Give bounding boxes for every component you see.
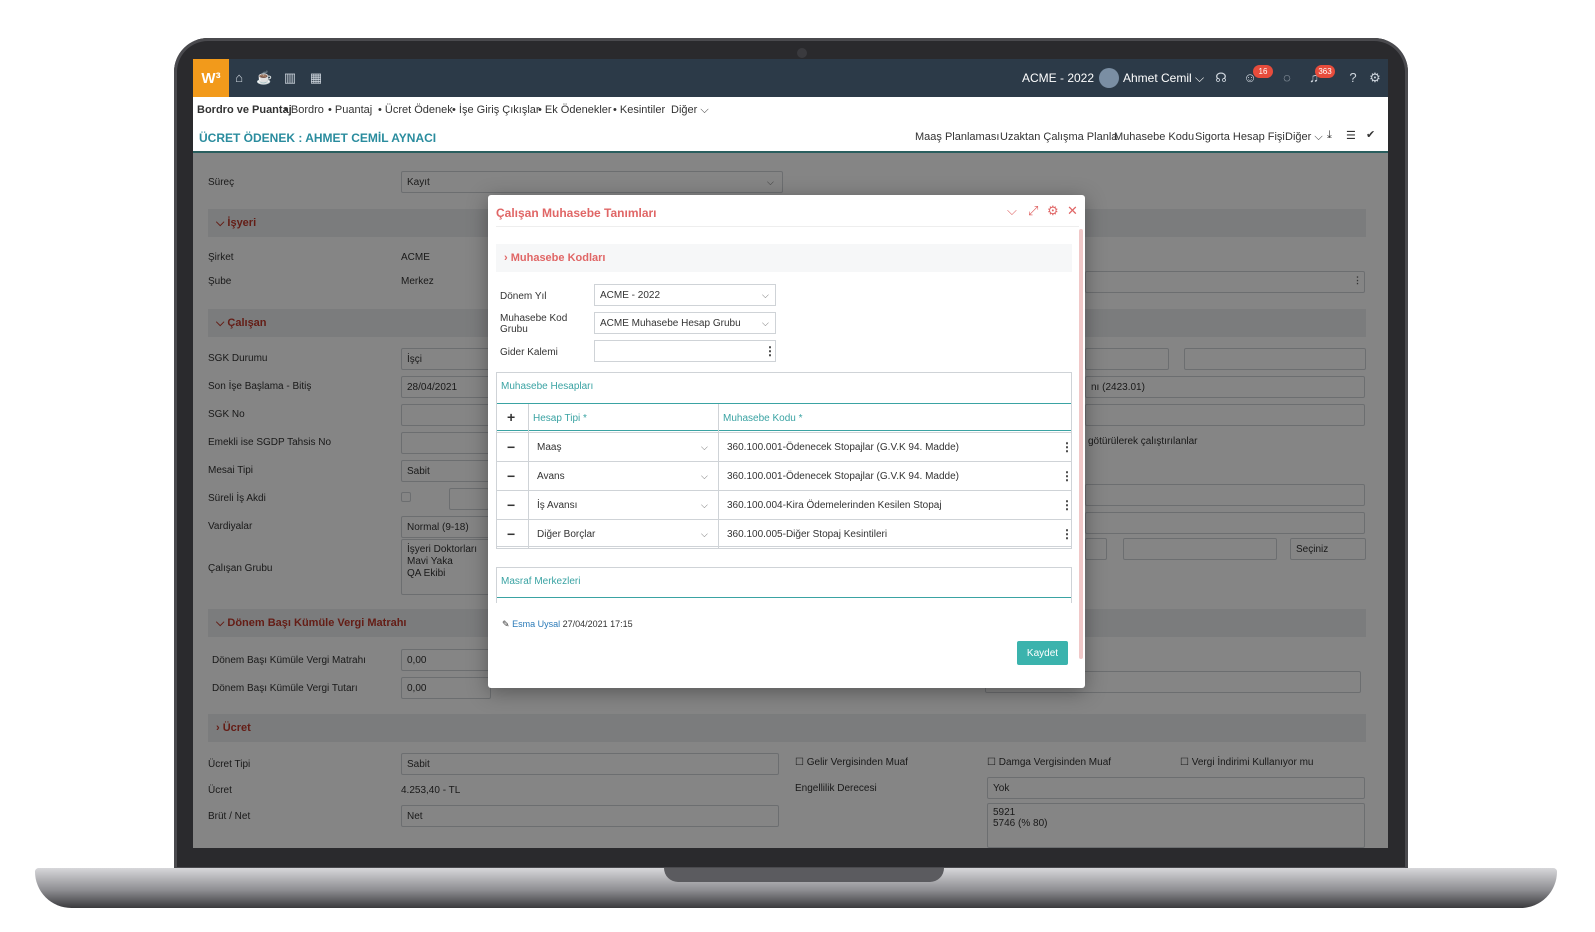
expand-icon[interactable]: ⤢ [1028, 203, 1038, 219]
masraf-box: Masraf Merkezleri [496, 567, 1072, 603]
scrollbar[interactable] [1079, 229, 1083, 659]
page-title: ÜCRET ÖDENEK : AHMET CEMİL AYNACI [199, 131, 437, 145]
nav-ek-odenekler[interactable]: • Ek Ödenekler [538, 104, 612, 116]
section-muhasebe-kodlari[interactable]: › Muhasebe Kodları [496, 244, 1072, 272]
table-row: − Diğer Borçlar ⌵ 360.100.005-Diğer Stopa… [497, 519, 1073, 548]
table-row: − Avans ⌵ 360.100.001-Ödenecek Stopajlar … [497, 461, 1073, 490]
user-menu[interactable]: Ahmet Cemil ⌵ [1123, 71, 1204, 86]
nav-puantaj[interactable]: • Puantaj [328, 104, 372, 116]
muhasebe-kodu-input[interactable]: 360.100.001-Ödenecek Stopajlar (G.V.K 94… [718, 462, 1073, 490]
link-diger[interactable]: Diğer ⌵ [1285, 131, 1323, 144]
module-nav: Bordro ve Puantaj • Bordro • Puantaj • Ü… [193, 97, 1388, 123]
list-icon[interactable]: ☰ [1346, 129, 1356, 142]
coffee-icon[interactable]: ☕ [256, 70, 272, 86]
close-icon[interactable]: ✕ [1067, 203, 1078, 219]
nav-ucret-odenek[interactable]: • Ücret Ödenek [378, 104, 453, 116]
home-icon[interactable]: ⌂ [231, 70, 247, 86]
nav-kesintiler[interactable]: • Kesintiler [613, 104, 665, 116]
help-icon[interactable]: ? [1345, 70, 1361, 86]
check-icon[interactable]: ✔ [1366, 128, 1375, 141]
remove-row-icon[interactable]: − [507, 497, 515, 513]
chart-icon[interactable]: ▥ [282, 70, 298, 86]
kod-grubu-select[interactable]: ACME Muhasebe Hesap Grubu [594, 312, 776, 334]
calendar-icon[interactable]: ▦ [308, 70, 324, 86]
nav-module[interactable]: Bordro ve Puantaj [197, 104, 292, 116]
nav-bordro[interactable]: • Bordro [284, 104, 324, 116]
company-selector[interactable]: ACME - 2022 [1022, 71, 1094, 85]
hesap-tipi-select[interactable]: Maaş ⌵ [528, 433, 718, 461]
hesaplar-box: Muhasebe Hesapları + Hesap Tipi * Muhase… [496, 372, 1073, 549]
chat-icon[interactable]: ◌ [1279, 70, 1295, 86]
top-bar: W³ ⌂ ☕ ▥ ▦ ACME - 2022 Ahmet Cemil ⌵ ☊ ☺… [193, 59, 1388, 97]
link-sigorta-hesap[interactable]: Sigorta Hesap Fişi [1195, 131, 1285, 143]
app-logo[interactable]: W³ [193, 59, 229, 97]
muhasebe-kodu-input[interactable]: 360.100.005-Diğer Stopaj Kesintileri ⋮ [718, 520, 1073, 548]
pencil-icon: ✎ [502, 619, 510, 629]
muhasebe-kodu-input[interactable]: 360.100.004-Kira Ödemelerinden Kesilen S… [718, 491, 1073, 519]
table-row: − İş Avansı ⌵ 360.100.004-Kira Ödemelerin… [497, 490, 1073, 519]
edit-info: ✎ Esma Uysal 27/04/2021 17:15 [502, 619, 633, 630]
header-cell: Muhasebe Kodu * [718, 404, 1071, 432]
remove-row-icon[interactable]: − [507, 439, 515, 455]
edit-time: 27/04/2021 17:15 [562, 619, 633, 629]
gear-icon[interactable]: ⚙ [1047, 203, 1059, 219]
muhasebe-kodu-input[interactable]: 360.100.001-Ödenecek Stopajlar (G.V.K 94… [718, 433, 1073, 461]
hesap-tipi-select[interactable]: Avans ⌵ [528, 462, 718, 490]
avatar[interactable] [1099, 68, 1119, 88]
gear-icon[interactable]: ⚙ [1367, 70, 1383, 86]
add-row-icon[interactable]: + [507, 409, 515, 425]
editor-link[interactable]: Esma Uysal [512, 619, 560, 629]
download-icon[interactable]: ⤓ [1327, 129, 1332, 142]
save-button[interactable]: Kaydet [1017, 641, 1068, 665]
gider-label: Gider Kalemi [500, 347, 558, 358]
remove-row-icon[interactable]: − [507, 526, 515, 542]
hesap-tipi-select[interactable]: Diğer Borçlar ⌵ [528, 520, 718, 548]
masraf-title: Masraf Merkezleri [501, 576, 581, 587]
chevron-down-icon: ⌵ [762, 290, 769, 300]
divider [496, 226, 1079, 227]
divider [497, 597, 1071, 598]
donem-yil-select[interactable]: ACME - 2022 [594, 284, 776, 306]
headset-icon[interactable]: ☊ [1213, 70, 1229, 86]
modal-title: Çalışan Muhasebe Tanımları [496, 206, 657, 220]
camera [797, 48, 807, 58]
link-uzaktan-calisma[interactable]: Uzaktan Çalışma Planla [1000, 131, 1117, 143]
title-bar: ÜCRET ÖDENEK : AHMET CEMİL AYNACI Maaş P… [193, 123, 1388, 153]
header-cell: Hesap Tipi * [528, 404, 718, 432]
chevron-down-icon[interactable]: ⌵ [1007, 203, 1017, 219]
bell-badge: 363 [1315, 65, 1335, 78]
laptop-notch [664, 868, 944, 882]
kod-grubu-label: Muhasebe Kod Grubu [500, 313, 568, 335]
link-muhasebe-kodu[interactable]: Muhasebe Kodu [1114, 131, 1194, 143]
more-icon[interactable]: ⋮ [764, 344, 776, 358]
donem-yil-label: Dönem Yıl [500, 291, 547, 302]
hesaplar-title: Muhasebe Hesapları [501, 381, 594, 392]
chevron-down-icon: ⌵ [762, 318, 769, 328]
gider-input[interactable] [594, 340, 776, 362]
nav-diger[interactable]: Diğer ⌵ [671, 104, 709, 117]
remove-row-icon[interactable]: − [507, 468, 515, 484]
table-header: + Hesap Tipi * Muhasebe Kodu * [497, 403, 1071, 432]
nav-ise-giris[interactable]: • İşe Giriş Çıkışlar [452, 104, 540, 116]
muhasebe-modal: Çalışan Muhasebe Tanımları ⌵ ⤢ ⚙ ✕ › Muh… [488, 195, 1085, 688]
smiley-badge: 16 [1253, 65, 1273, 78]
hesap-tipi-select[interactable]: İş Avansı ⌵ [528, 491, 718, 519]
table-row: − Maaş ⌵ 360.100.001-Ödenecek Stopajlar (… [497, 432, 1073, 461]
link-maas-planlamasi[interactable]: Maaş Planlaması [915, 131, 999, 143]
screen: W³ ⌂ ☕ ▥ ▦ ACME - 2022 Ahmet Cemil ⌵ ☊ ☺… [193, 59, 1388, 848]
